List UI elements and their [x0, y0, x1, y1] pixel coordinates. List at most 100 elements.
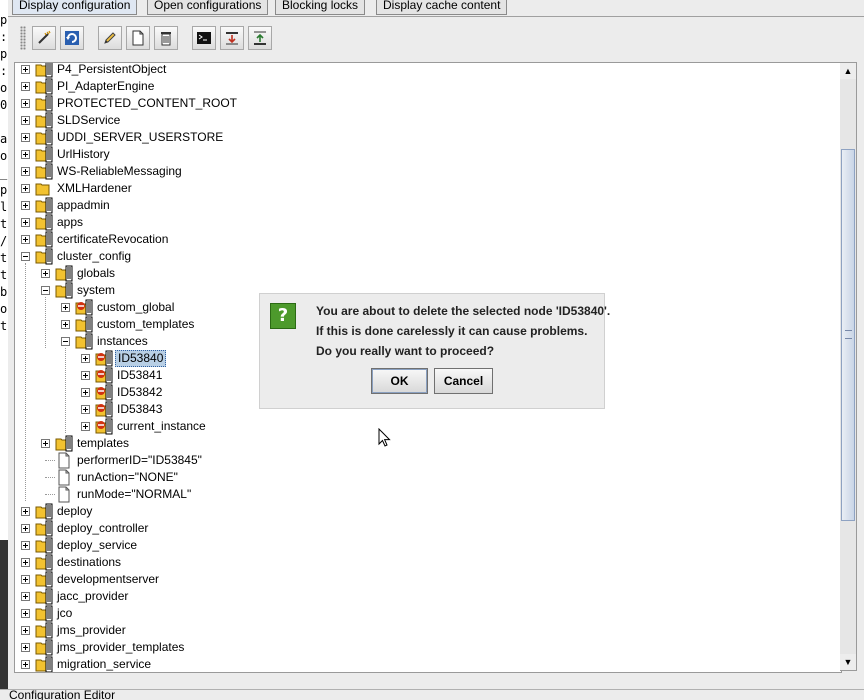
tree-node[interactable]: migration_service — [15, 656, 835, 672]
folder-locked-icon — [75, 316, 93, 333]
tree-node[interactable]: developmentserver — [15, 571, 835, 588]
tree-node[interactable]: apps — [15, 214, 835, 231]
expand-icon[interactable] — [21, 65, 30, 74]
expand-icon[interactable] — [21, 541, 30, 550]
tree-node[interactable]: XMLHardener — [15, 180, 835, 197]
collapse-icon[interactable] — [41, 286, 50, 295]
file-icon — [58, 469, 70, 486]
tree-node-label: deploy — [57, 504, 93, 518]
expand-icon[interactable] — [61, 303, 70, 312]
expand-icon[interactable] — [21, 133, 30, 142]
expand-icon[interactable] — [21, 626, 30, 635]
tree-node[interactable]: templates — [15, 435, 835, 452]
toolbar-grip[interactable] — [20, 26, 26, 50]
tree-node[interactable]: deploy — [15, 503, 835, 520]
tree-node[interactable]: deploy_controller — [15, 520, 835, 537]
tree-node-label: SLDService — [57, 113, 121, 127]
tree-connector — [45, 494, 55, 495]
tree-node[interactable]: globals — [15, 265, 835, 282]
expand-icon[interactable] — [81, 422, 90, 431]
tree-node[interactable]: deploy_service — [15, 537, 835, 554]
tree-node[interactable]: current_instance — [15, 418, 835, 435]
import-button[interactable] — [220, 26, 244, 50]
background-text-fragment: : — [0, 30, 8, 44]
new-button[interactable] — [126, 26, 150, 50]
console-button[interactable] — [192, 26, 216, 50]
expand-icon[interactable] — [21, 524, 30, 533]
expand-icon[interactable] — [81, 354, 90, 363]
expand-icon[interactable] — [81, 405, 90, 414]
scroll-down-arrow-icon[interactable]: ▼ — [840, 654, 856, 670]
expand-icon[interactable] — [41, 439, 50, 448]
tree-node-label: apps — [57, 215, 84, 229]
collapse-icon[interactable] — [61, 337, 70, 346]
expand-icon[interactable] — [21, 116, 30, 125]
tree-node[interactable]: WS-ReliableMessaging — [15, 163, 835, 180]
tree-node[interactable]: cluster_config — [15, 248, 835, 265]
connect-button[interactable] — [32, 26, 56, 50]
expand-icon[interactable] — [21, 184, 30, 193]
background-text-fragment: o — [0, 149, 8, 163]
tab-open-configurations[interactable]: Open configurations — [147, 0, 269, 15]
dialog-message-line-1: You are about to delete the selected nod… — [316, 304, 611, 318]
tab-blocking-locks[interactable]: Blocking locks — [275, 0, 366, 15]
tree-node[interactable]: PI_AdapterEngine — [15, 78, 835, 95]
cancel-button[interactable]: Cancel — [434, 368, 493, 394]
scroll-up-arrow-icon[interactable]: ▲ — [840, 63, 856, 79]
expand-icon[interactable] — [41, 269, 50, 278]
tree-node[interactable]: runAction="NONE" — [15, 469, 835, 486]
expand-icon[interactable] — [21, 99, 30, 108]
expand-icon[interactable] — [61, 320, 70, 329]
expand-icon[interactable] — [21, 592, 30, 601]
tree-node-label: ID53840 — [115, 350, 167, 367]
export-button[interactable] — [248, 26, 272, 50]
expand-icon[interactable] — [81, 388, 90, 397]
expand-icon[interactable] — [21, 201, 30, 210]
tree-node[interactable]: destinations — [15, 554, 835, 571]
expand-icon[interactable] — [21, 218, 30, 227]
expand-icon[interactable] — [21, 507, 30, 516]
expand-icon[interactable] — [21, 82, 30, 91]
expand-icon[interactable] — [21, 235, 30, 244]
tree-node[interactable]: jacc_provider — [15, 588, 835, 605]
refresh-button[interactable] — [60, 26, 84, 50]
tab-display-cache-content[interactable]: Display cache content — [376, 0, 508, 15]
tree-node[interactable]: UDDI_SERVER_USERSTORE — [15, 129, 835, 146]
tree-node[interactable]: jms_provider — [15, 622, 835, 639]
file-icon — [58, 452, 70, 469]
expand-icon[interactable] — [21, 558, 30, 567]
tree-node[interactable]: jco — [15, 605, 835, 622]
expand-icon[interactable] — [21, 167, 30, 176]
tree-node-label: P4_PersistentObject — [57, 62, 167, 76]
tree-node[interactable]: jms_provider_templates — [15, 639, 835, 656]
tab-bar: Display configuration Open configurations… — [8, 0, 864, 16]
terminal-icon — [197, 32, 211, 44]
tree-node-label: PROTECTED_CONTENT_ROOT — [57, 96, 238, 110]
tree-node[interactable]: performerID="ID53845" — [15, 452, 835, 469]
expand-icon[interactable] — [81, 371, 90, 380]
delete-button[interactable] — [154, 26, 178, 50]
tree-node[interactable]: UrlHistory — [15, 146, 835, 163]
ok-button[interactable]: OK — [371, 368, 428, 394]
tree-node[interactable]: runMode="NORMAL" — [15, 486, 835, 503]
scrollbar-thumb[interactable] — [841, 149, 855, 521]
expand-icon[interactable] — [21, 643, 30, 652]
edit-button[interactable] — [98, 26, 122, 50]
tree-node[interactable]: SLDService — [15, 112, 835, 129]
expand-icon[interactable] — [21, 660, 30, 669]
tree-node[interactable]: P4_PersistentObject — [15, 62, 835, 78]
expand-icon[interactable] — [21, 150, 30, 159]
tree-node[interactable]: PROTECTED_CONTENT_ROOT — [15, 95, 835, 112]
expand-icon[interactable] — [21, 575, 30, 584]
folder-locked-icon — [35, 214, 53, 231]
toolbar — [18, 23, 858, 53]
folder-locked-icon — [35, 537, 53, 554]
tree-node[interactable]: appadmin — [15, 197, 835, 214]
collapse-icon[interactable] — [21, 252, 30, 261]
background-text-fragment: 0 — [0, 98, 8, 112]
background-text-fragment: / — [0, 234, 8, 248]
tab-display-configuration[interactable]: Display configuration — [12, 0, 138, 15]
tree-node[interactable]: certificateRevocation — [15, 231, 835, 248]
expand-icon[interactable] — [21, 609, 30, 618]
vertical-scrollbar[interactable]: ▲ ▼ — [840, 62, 857, 671]
